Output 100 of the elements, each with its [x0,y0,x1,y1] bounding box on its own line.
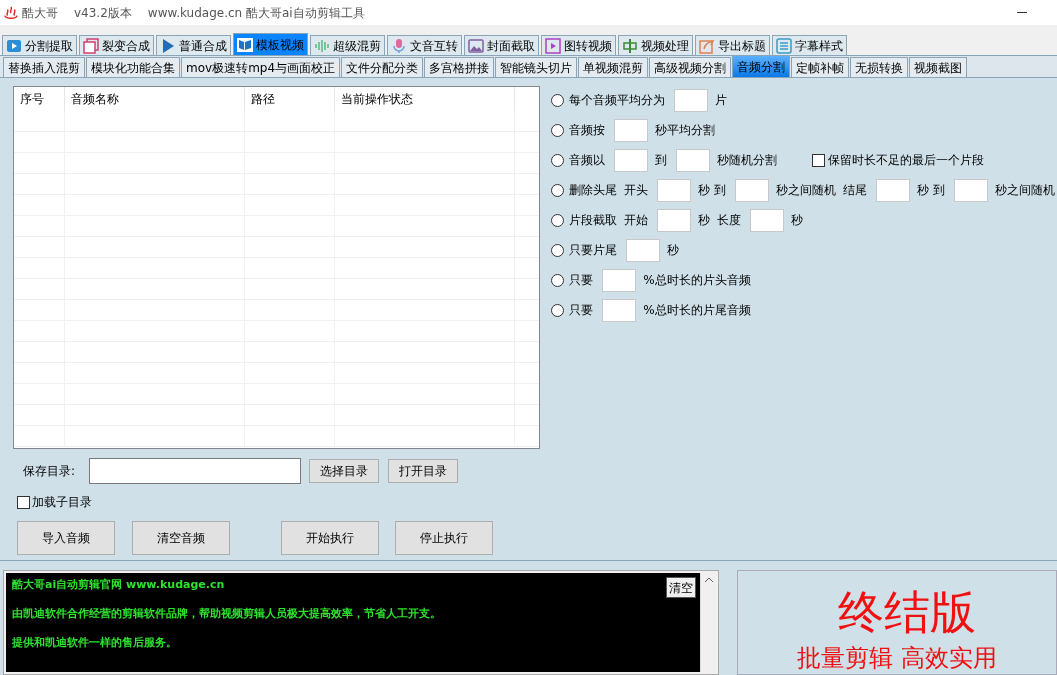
tab-icon [622,37,638,54]
option-label: 每个音频平均分为 [569,92,666,109]
radio-button[interactable] [551,213,565,227]
action-button[interactable]: 导入音频 [17,521,115,555]
action-button[interactable]: 清空音频 [132,521,230,555]
tab-icon [160,37,176,54]
radio-button[interactable] [551,243,565,257]
option-label: 秒随机分割 [717,152,778,169]
option-label: 片 [715,92,728,109]
number-field[interactable] [674,88,709,112]
option-label: 结尾 [843,182,868,199]
radio-button[interactable] [551,153,565,167]
option-label: 秒平均分割 [655,122,716,139]
main-tab[interactable]: 模板视频 [233,33,308,55]
main-tab[interactable]: 文音互转 [387,35,462,55]
main-tab[interactable]: 超级混剪 [310,35,385,55]
clear-button[interactable]: 清空 [666,577,696,598]
number-field[interactable] [750,208,785,232]
option-label: 到 [655,152,668,169]
option-label: 秒 [667,242,680,259]
tab-icon [699,37,715,54]
version-label: v43.2版本 [74,4,132,22]
main-tab[interactable]: 普通合成 [156,35,231,55]
main-tab[interactable]: 分割提取 [2,35,77,55]
option-label: %总时长的片头音频 [643,272,751,289]
checkbox[interactable] [17,495,30,509]
main-tab[interactable]: 裂变合成 [79,35,154,55]
load-subdirs-label: 加载子目录 [32,494,92,511]
sub-tab[interactable]: 文件分配分类 [341,57,424,77]
sub-tab[interactable]: mov极速转mp4与画面校正 [181,57,341,77]
number-field[interactable] [602,298,637,322]
sub-tab[interactable]: 单视频混剪 [578,57,649,77]
number-field[interactable] [602,268,637,292]
column-header[interactable]: 路径 [245,87,335,111]
radio-button[interactable] [551,183,565,197]
option-label: 秒 到 [917,182,945,199]
action-button[interactable]: 打开目录 [388,459,458,483]
number-field[interactable] [876,178,911,202]
column-header[interactable]: 音频名称 [65,87,245,111]
window-title: www.kudage.cn 酷大哥ai自动剪辑工具 [147,4,365,22]
sub-tab[interactable]: 替换插入混剪 [3,57,85,77]
column-header[interactable]: 序号 [14,87,65,111]
minimize-icon[interactable] [1017,11,1027,14]
action-button[interactable]: 停止执行 [395,521,493,555]
save-dir-field[interactable] [89,458,301,484]
promo-tagline: 批量剪辑 高效实用 [797,643,997,673]
tab-icon [6,37,22,54]
main-tab[interactable]: 视频处理 [618,35,693,55]
sub-tab[interactable]: 音频分割 [732,55,791,77]
sub-tab[interactable]: 模块化功能合集 [86,57,180,77]
option-label: %总时长的片尾音频 [643,302,751,319]
sub-tab[interactable]: 多宫格拼接 [424,57,495,77]
main-tab[interactable]: 封面截取 [464,35,539,55]
tab-icon [776,37,792,54]
option-label: 开头 [624,182,649,199]
sub-tab[interactable]: 视频截图 [909,57,968,77]
radio-button[interactable] [551,273,565,287]
radio-button[interactable] [551,303,565,317]
number-field[interactable] [657,208,692,232]
number-field[interactable] [626,238,661,262]
option-label: 秒之间随机 [776,182,837,199]
sub-tab[interactable]: 无损转换 [850,57,909,77]
action-button[interactable]: 开始执行 [281,521,379,555]
save-dir-label: 保存目录: [23,463,77,480]
number-field[interactable] [657,178,692,202]
column-header[interactable]: 当前操作状态 [335,87,515,111]
action-button[interactable]: 选择目录 [309,459,379,483]
option-label: 删除头尾 [569,182,618,199]
option-label: 只要 [569,302,594,319]
number-field[interactable] [614,118,649,142]
radio-button[interactable] [551,93,565,107]
sub-tab[interactable]: 智能镜头切片 [495,57,578,77]
scrollbar[interactable] [700,573,716,672]
flame-logo-icon [4,5,18,20]
option-label: 片段截取 [569,212,618,229]
option-label: 秒之间随机 [995,182,1055,199]
option-label: 秒 [698,212,711,229]
main-tab[interactable]: 图转视频 [541,35,616,55]
tab-icon [237,36,253,53]
number-field[interactable] [676,148,711,172]
tab-icon [314,37,330,54]
tab-icon [391,37,407,54]
sub-tab[interactable]: 高级视频分割 [649,57,732,77]
option-label: 秒 到 [698,182,727,199]
checkbox[interactable] [812,153,826,167]
app-name: 酷大哥 [22,4,58,22]
radio-button[interactable] [551,123,565,137]
number-field[interactable] [954,178,988,202]
main-tab[interactable]: 字幕样式 [772,35,847,55]
main-tab[interactable]: 导出标题 [695,35,770,55]
option-label: 只要 [569,272,594,289]
checkbox-label: 保留时长不足的最后一个片段 [828,152,985,169]
number-field[interactable] [735,178,770,202]
option-label: 音频按 [569,122,606,139]
sub-tab[interactable]: 定帧补帧 [791,57,850,77]
promo-headline: 终结版 [837,585,976,639]
option-label: 长度 [717,212,742,229]
log-line: 提供和凯迪软件一样的售后服务。 [12,636,177,649]
number-field[interactable] [614,148,649,172]
tab-icon [83,37,99,54]
